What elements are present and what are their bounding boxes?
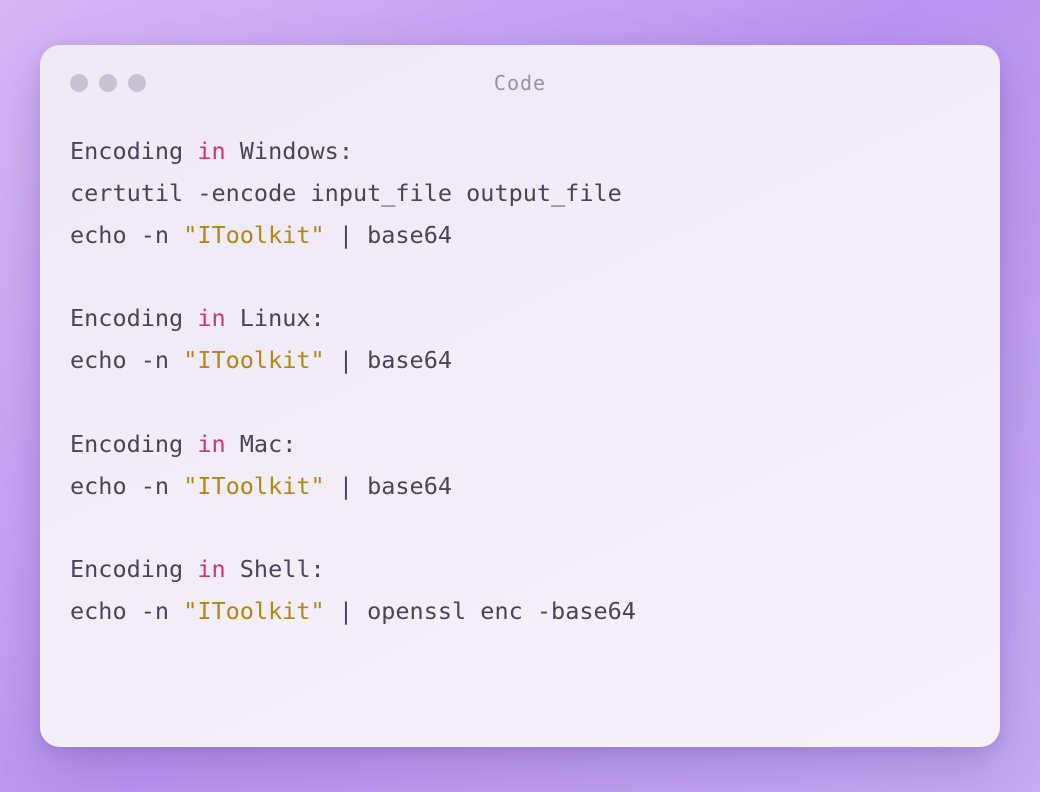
code-text: certutil -encode input_file output_file xyxy=(70,179,622,207)
code-string: "IToolkit" xyxy=(183,472,324,500)
code-section-header: Encoding in Linux: xyxy=(70,298,970,340)
code-text: Mac: xyxy=(226,430,297,458)
blank-line xyxy=(70,382,970,424)
titlebar: Code xyxy=(70,71,970,95)
traffic-lights xyxy=(70,74,146,92)
code-keyword: in xyxy=(197,137,225,165)
code-text: Encoding xyxy=(70,555,197,583)
code-text: echo -n xyxy=(70,346,183,374)
code-section-header: Encoding in Windows: xyxy=(70,131,970,173)
code-line: certutil -encode input_file output_file xyxy=(70,173,970,215)
code-text: Windows: xyxy=(226,137,353,165)
code-line: echo -n "IToolkit" | base64 xyxy=(70,215,970,257)
code-string: "IToolkit" xyxy=(183,597,324,625)
blank-line xyxy=(70,507,970,549)
code-keyword: in xyxy=(197,555,225,583)
code-window: Code Encoding in Windows: certutil -encod… xyxy=(40,45,1000,747)
minimize-icon[interactable] xyxy=(99,74,117,92)
code-line: echo -n "IToolkit" | base64 xyxy=(70,466,970,508)
code-text: Encoding xyxy=(70,137,197,165)
code-text: Linux: xyxy=(226,304,325,332)
code-string: "IToolkit" xyxy=(183,346,324,374)
code-text: Encoding xyxy=(70,430,197,458)
code-text: | base64 xyxy=(325,472,452,500)
code-text: | base64 xyxy=(325,221,452,249)
code-keyword: in xyxy=(197,430,225,458)
zoom-icon[interactable] xyxy=(128,74,146,92)
code-text: | base64 xyxy=(325,346,452,374)
code-content[interactable]: Encoding in Windows: certutil -encode inp… xyxy=(70,131,970,633)
code-text: Shell: xyxy=(226,555,325,583)
window-title: Code xyxy=(70,71,970,95)
blank-line xyxy=(70,256,970,298)
close-icon[interactable] xyxy=(70,74,88,92)
code-keyword: in xyxy=(197,304,225,332)
code-line: echo -n "IToolkit" | openssl enc -base64 xyxy=(70,591,970,633)
code-string: "IToolkit" xyxy=(183,221,324,249)
code-section-header: Encoding in Shell: xyxy=(70,549,970,591)
code-text: echo -n xyxy=(70,472,183,500)
code-text: echo -n xyxy=(70,221,183,249)
code-line: echo -n "IToolkit" | base64 xyxy=(70,340,970,382)
code-section-header: Encoding in Mac: xyxy=(70,424,970,466)
code-text: echo -n xyxy=(70,597,183,625)
code-text: | openssl enc -base64 xyxy=(325,597,636,625)
code-text: Encoding xyxy=(70,304,197,332)
